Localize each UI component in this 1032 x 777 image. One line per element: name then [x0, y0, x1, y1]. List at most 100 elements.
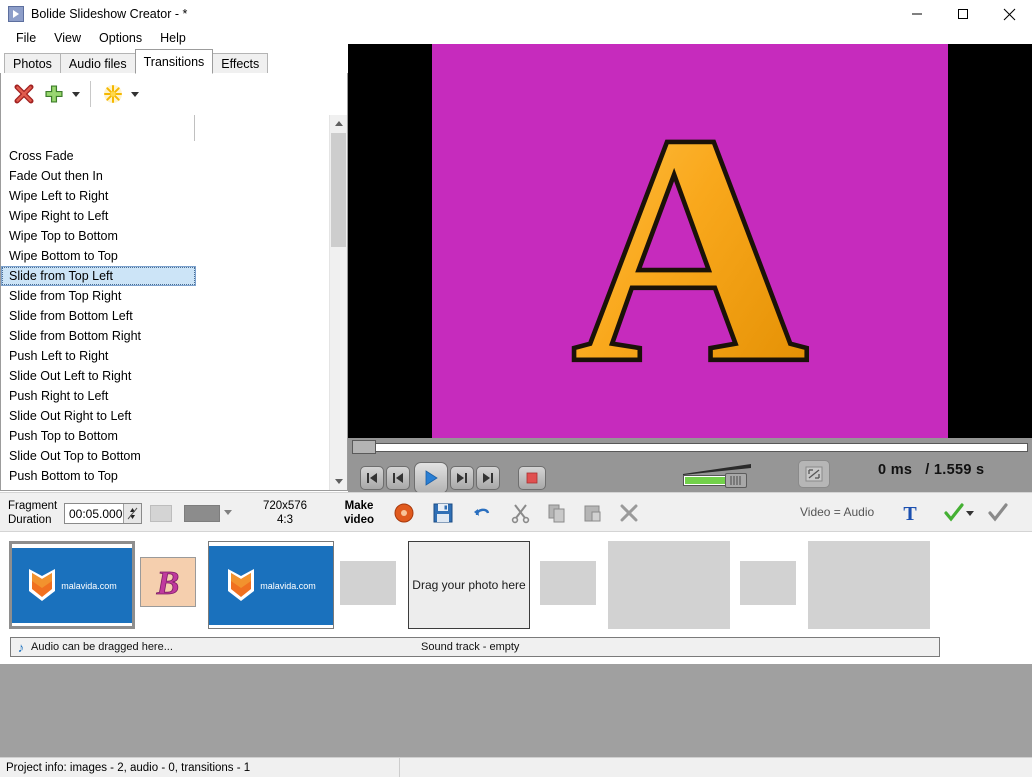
menu-view[interactable]: View: [45, 29, 90, 47]
video-preview[interactable]: A: [348, 44, 1032, 438]
list-column-divider: [194, 115, 195, 141]
add-dropdown-chevron-down-icon[interactable]: [69, 79, 83, 109]
resolution-display: 720x576 4:3: [245, 499, 325, 527]
transitions-list[interactable]: Cross Fade Fade Out then In Wipe Left to…: [1, 146, 330, 490]
list-item[interactable]: Wipe Top to Bottom: [1, 226, 330, 246]
list-item-selected[interactable]: Slide from Top Left: [1, 266, 196, 286]
volume-knob[interactable]: [725, 473, 747, 488]
list-item[interactable]: Slide Out Top to Bottom: [1, 446, 330, 466]
effect-dropdown-chevron-down-icon[interactable]: [128, 79, 142, 109]
paste-icon[interactable]: [579, 499, 607, 527]
menu-file[interactable]: File: [7, 29, 45, 47]
seek-thumb[interactable]: [352, 440, 376, 454]
timeline-slide-2[interactable]: malavida.com: [208, 541, 334, 629]
transition-letter: B: [156, 565, 180, 602]
make-video-line1: Make: [344, 500, 374, 512]
window-controls: [894, 0, 1032, 28]
color-swatch-dark[interactable]: [184, 505, 220, 522]
player-controls-bar: 0 ms / 1.559 s: [348, 438, 1032, 494]
timeline-filmstrip[interactable]: malavida.com B malavida.com Drag your ph…: [0, 533, 1032, 637]
menu-options[interactable]: Options: [90, 29, 151, 47]
swatch-chevron-down-icon[interactable]: [224, 510, 232, 515]
timeline-empty-slot-1[interactable]: [340, 561, 396, 605]
timeline-empty-slot-2[interactable]: [540, 561, 596, 605]
music-note-icon: ♪: [17, 639, 25, 655]
resolution-value: 720x576: [262, 500, 308, 512]
timeline-transition-1[interactable]: B: [140, 557, 196, 607]
list-item[interactable]: Slide Out Left to Right: [1, 366, 330, 386]
list-item[interactable]: Wipe Left to Right: [1, 186, 330, 206]
list-item[interactable]: Slide from Bottom Right: [1, 326, 330, 346]
text-T-icon[interactable]: T: [896, 499, 924, 527]
skip-to-end-icon[interactable]: [476, 466, 500, 490]
scissors-icon[interactable]: [507, 499, 535, 527]
audio-track-bar[interactable]: ♪ Audio can be dragged here... Sound tra…: [10, 637, 940, 657]
status-bar: Project info: images - 2, audio - 0, tra…: [0, 757, 1032, 777]
timeline-empty-slot-5[interactable]: [808, 541, 930, 629]
minimize-button[interactable]: [894, 0, 940, 28]
red-x-icon[interactable]: [9, 79, 39, 109]
next-frame-icon[interactable]: [450, 466, 474, 490]
audio-drag-hint: Audio can be dragged here...: [31, 641, 173, 653]
green-plus-icon[interactable]: [39, 79, 69, 109]
timeline-slide-1[interactable]: malavida.com: [9, 541, 135, 629]
duration-stepper[interactable]: 00:05.000: [64, 503, 142, 524]
scroll-up-arrow-icon[interactable]: [330, 115, 347, 132]
maximize-button[interactable]: [940, 0, 986, 28]
tab-photos[interactable]: Photos: [4, 53, 61, 74]
menu-help[interactable]: Help: [151, 29, 195, 47]
drop-slot-label: Drag your photo here: [412, 577, 526, 592]
skip-to-start-icon[interactable]: [360, 466, 384, 490]
list-item[interactable]: Wipe Bottom to Top: [1, 246, 330, 266]
list-item[interactable]: Slide from Top Right: [1, 286, 330, 306]
color-swatch-light[interactable]: [150, 505, 172, 522]
editing-toolbar: Fragment Duration 00:05.000 720x576 4:3 …: [0, 492, 1032, 532]
list-item[interactable]: Push Bottom to Top: [1, 466, 330, 486]
list-item[interactable]: Slide from Bottom Left: [1, 306, 330, 326]
tab-effects[interactable]: Effects: [212, 53, 269, 74]
workspace-empty-area: [0, 664, 1032, 757]
list-item[interactable]: Push Top to Bottom: [1, 426, 330, 446]
seek-bar[interactable]: [352, 440, 1028, 454]
apply-chevron-down-icon[interactable]: [963, 499, 977, 527]
volume-slider[interactable]: [681, 464, 753, 488]
copy-icon[interactable]: [543, 499, 571, 527]
previous-frame-icon[interactable]: [386, 466, 410, 490]
seek-track[interactable]: [352, 443, 1028, 452]
list-item[interactable]: Fade Out then In: [1, 166, 330, 186]
title-bar: Bolide Slideshow Creator - *: [0, 0, 1032, 28]
undo-arrow-icon[interactable]: [468, 499, 496, 527]
timeline-empty-slot-4[interactable]: [740, 561, 796, 605]
burn-disc-icon[interactable]: [390, 499, 418, 527]
list-item[interactable]: Wipe Right to Left: [1, 206, 330, 226]
delete-x-icon[interactable]: [615, 499, 643, 527]
transitions-toolbar: [1, 73, 347, 115]
transitions-scrollbar[interactable]: [329, 115, 347, 490]
list-item[interactable]: Push Right to Left: [1, 386, 330, 406]
list-item[interactable]: Slide Out Right to Left: [1, 406, 330, 426]
close-button[interactable]: [986, 0, 1032, 28]
aspect-ratio-value: 4:3: [277, 514, 293, 526]
yellow-starburst-icon[interactable]: [98, 79, 128, 109]
tab-transitions[interactable]: Transitions: [134, 49, 214, 74]
list-item[interactable]: Cross Fade: [1, 146, 330, 166]
scrollbar-thumb[interactable]: [331, 133, 346, 247]
scroll-down-arrow-icon[interactable]: [330, 473, 347, 490]
list-item[interactable]: Push Left to Right: [1, 346, 330, 366]
preview-frame: A: [432, 44, 948, 438]
spinner-up-down-icon[interactable]: [123, 504, 141, 523]
fullscreen-icon[interactable]: [798, 460, 830, 488]
gray-check-icon[interactable]: [984, 499, 1012, 527]
stop-icon[interactable]: [518, 466, 546, 490]
duration-value[interactable]: 00:05.000: [65, 507, 122, 521]
timeline-drop-slot[interactable]: Drag your photo here: [408, 541, 530, 629]
tab-audio-files[interactable]: Audio files: [59, 53, 136, 74]
make-video-button[interactable]: Make video: [333, 499, 385, 527]
save-floppy-icon[interactable]: [429, 499, 457, 527]
tab-strip: Photos Audio files Transitions Effects: [0, 48, 348, 74]
toolbar-divider: [90, 81, 91, 107]
slide-label: malavida.com: [61, 580, 117, 591]
timeline-empty-slot-3[interactable]: [608, 541, 730, 629]
slide-label: malavida.com: [260, 580, 316, 591]
play-icon[interactable]: [414, 462, 448, 494]
